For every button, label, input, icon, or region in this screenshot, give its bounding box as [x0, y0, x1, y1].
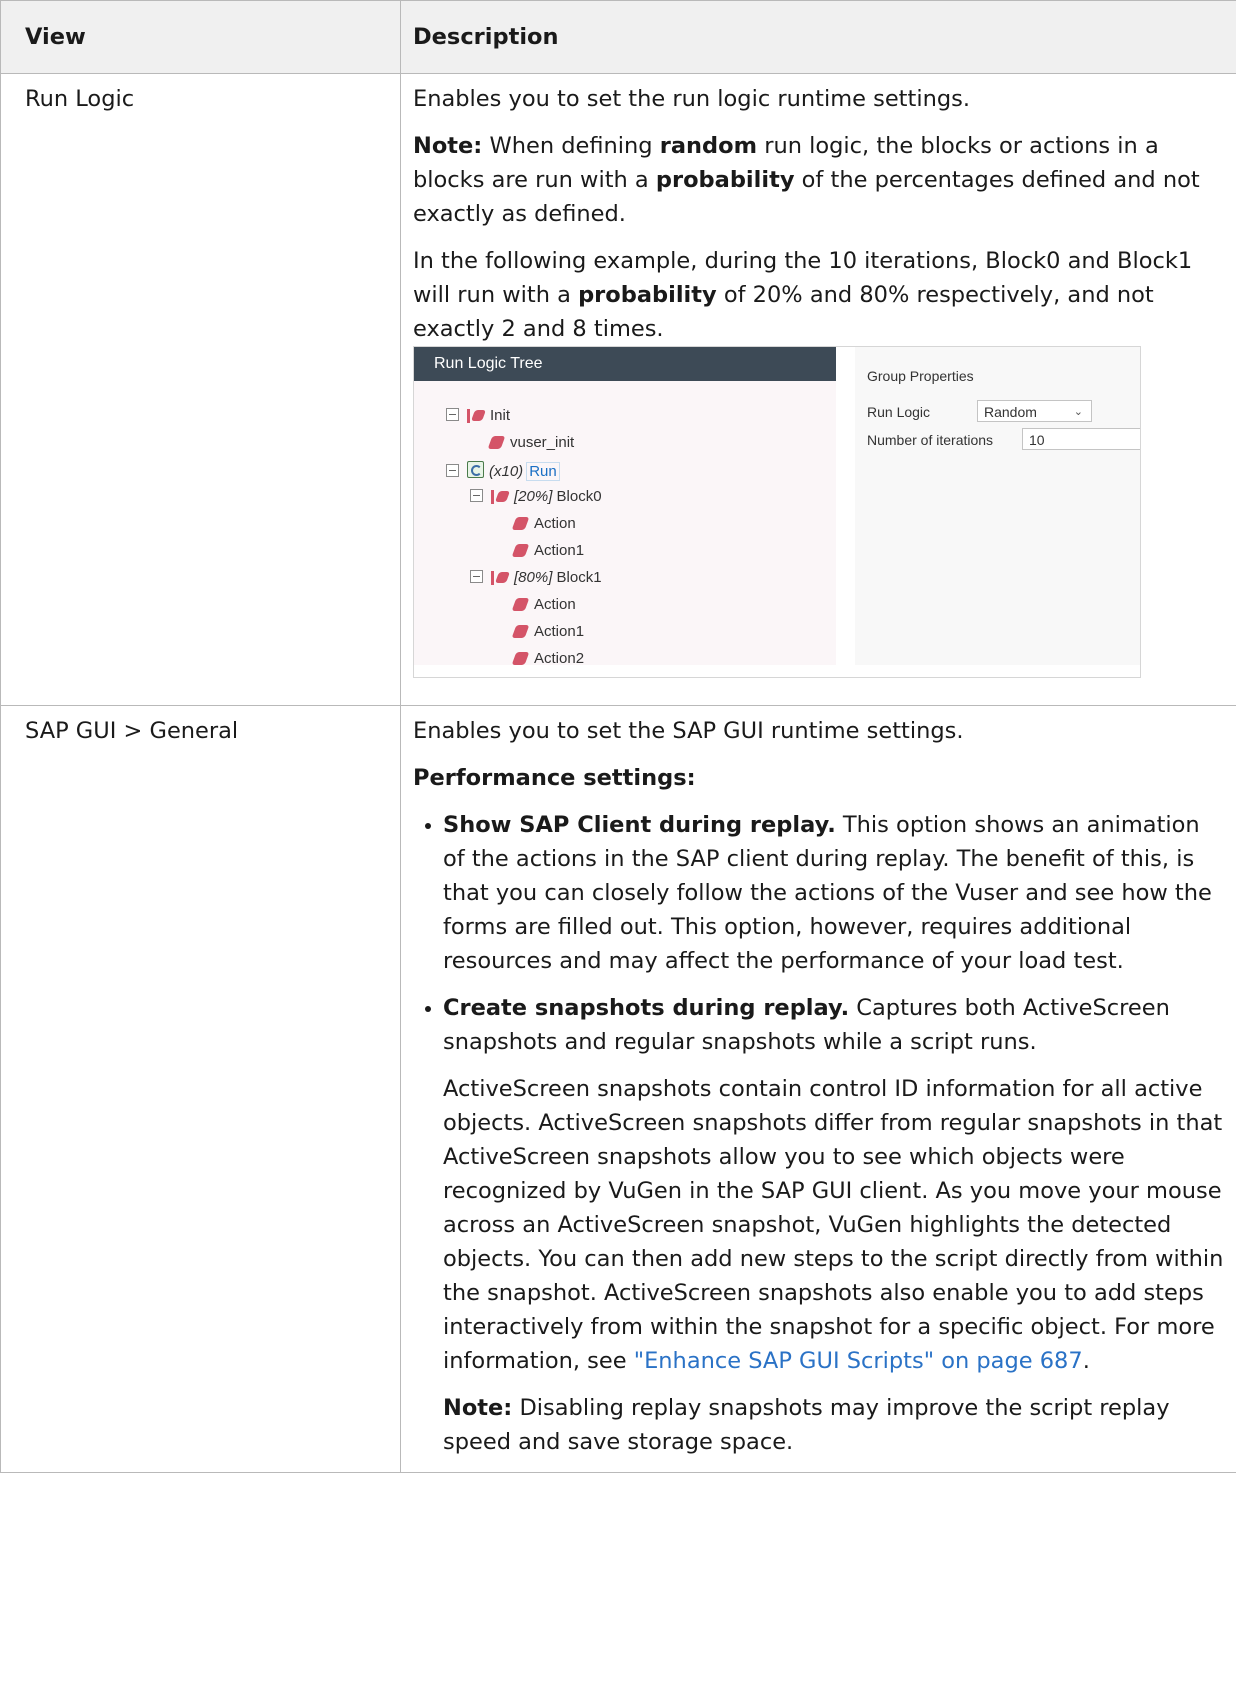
enhance-sap-gui-link[interactable]: "Enhance SAP GUI Scripts" on page 687	[634, 1348, 1083, 1374]
run-logic-screenshot: Run Logic Tree Init vuser_init (x10) Run …	[413, 346, 1141, 678]
group-properties-title: Group Properties	[867, 368, 974, 384]
view-cell-sap-gui: SAP GUI > General	[0, 705, 401, 1473]
action-icon	[511, 517, 530, 530]
sap-gui-intro: Enables you to set the SAP GUI runtime s…	[413, 718, 964, 744]
collapse-icon[interactable]	[470, 570, 483, 583]
run-logic-select[interactable]: Random ⌄	[977, 400, 1092, 422]
view-column-header: View	[0, 0, 401, 74]
group-properties-pane: Group Properties Run Logic Random ⌄ Numbe…	[855, 347, 1140, 665]
activescreen-paragraph: ActiveScreen snapshots contain control I…	[443, 1076, 1224, 1374]
run-logic-label: Run Logic	[867, 404, 931, 420]
iterations-label: Number of iterations	[867, 432, 994, 448]
tree-node-block0[interactable]: [20%] Block0	[470, 486, 602, 508]
run-logic-intro: Enables you to set the run logic runtime…	[413, 86, 970, 112]
snapshot-note: Note: Disabling replay snapshots may imp…	[443, 1395, 1170, 1455]
runtime-settings-table: View Description Run Logic Enables you t…	[0, 0, 1236, 1473]
block-icon	[491, 490, 509, 504]
chevron-down-icon: ⌄	[1073, 406, 1083, 418]
action-icon	[487, 436, 506, 449]
action-icon	[511, 544, 530, 557]
description-column-header: Description	[400, 0, 1236, 74]
action-icon	[511, 652, 530, 665]
action-icon	[511, 598, 530, 611]
list-item: Show SAP Client during replay. This opti…	[413, 808, 1228, 978]
block-icon	[491, 571, 509, 585]
table-row: SAP GUI > General Enables you to set the…	[0, 705, 1236, 1473]
run-logic-row: Run Logic Random ⌄	[867, 400, 1092, 422]
tree-node-block1-action1[interactable]: Action1	[511, 621, 584, 643]
loop-icon	[467, 461, 484, 478]
run-logic-tree-pane: Run Logic Tree Init vuser_init (x10) Run …	[414, 347, 836, 667]
collapse-icon[interactable]	[446, 408, 459, 421]
list-item: Create snapshots during replay. Captures…	[413, 991, 1228, 1459]
tree-node-block0-action[interactable]: Action	[511, 513, 576, 535]
table-header-row: View Description	[0, 0, 1236, 74]
tree-node-block1-action[interactable]: Action	[511, 594, 576, 616]
block-icon	[467, 409, 485, 423]
view-cell-run-logic: Run Logic	[0, 73, 401, 706]
tree-node-init[interactable]: Init	[446, 405, 510, 427]
collapse-icon[interactable]	[470, 489, 483, 502]
table-row: Run Logic Enables you to set the run log…	[0, 73, 1236, 706]
description-cell-sap-gui: Enables you to set the SAP GUI runtime s…	[400, 705, 1236, 1473]
performance-settings-heading: Performance settings:	[413, 765, 696, 791]
tree-node-vuser-init[interactable]: vuser_init	[487, 432, 574, 454]
run-logic-note: Note: When defining random run logic, th…	[413, 133, 1200, 227]
tree-node-block0-action1[interactable]: Action1	[511, 540, 584, 562]
tree-node-block1[interactable]: [80%] Block1	[470, 567, 602, 589]
performance-settings-list: Show SAP Client during replay. This opti…	[413, 808, 1228, 1459]
tree-header: Run Logic Tree	[414, 347, 836, 381]
tree-node-run[interactable]: (x10) Run	[446, 459, 560, 481]
iterations-stepper[interactable]: 10⌃⌄	[1022, 428, 1140, 450]
action-icon	[511, 625, 530, 638]
collapse-icon[interactable]	[446, 464, 459, 477]
iterations-row: Number of iterations 10⌃⌄	[867, 428, 1140, 450]
tree-node-block1-action2[interactable]: Action2	[511, 648, 584, 670]
description-cell-run-logic: Enables you to set the run logic runtime…	[400, 73, 1236, 706]
run-logic-example: In the following example, during the 10 …	[413, 248, 1193, 342]
